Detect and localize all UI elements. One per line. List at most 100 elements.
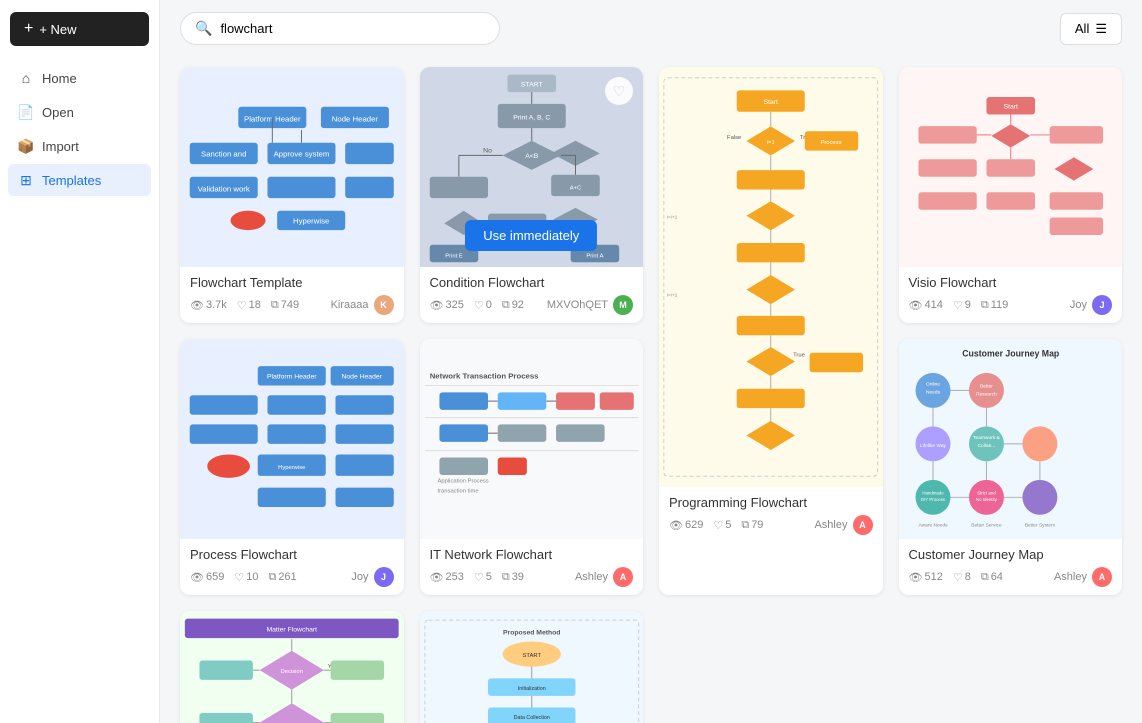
svg-text:Online: Online	[926, 382, 940, 388]
sidebar-templates-label: Templates	[42, 173, 101, 188]
card-title-flowchart-template: Flowchart Template	[190, 275, 394, 290]
svg-text:START: START	[522, 653, 541, 659]
card-title-programming: Programming Flowchart	[669, 495, 873, 510]
sidebar-home-label: Home	[42, 71, 77, 86]
filter-icon: ☰	[1095, 21, 1107, 37]
card-thumb-network: Network Transaction Process	[420, 339, 644, 539]
card-thumb-flowchart-template: Platform Header Node Header Sanction and…	[180, 67, 404, 267]
new-label: + New	[39, 22, 76, 37]
card-info-flowchart-template: Flowchart Template 👁 3.7k ♡ 18 ⧉ 749 Kir…	[180, 267, 404, 323]
templates-icon: ⊞	[18, 172, 34, 188]
search-icon: 🔍	[195, 20, 212, 37]
svg-text:Decision: Decision	[281, 669, 303, 675]
svg-text:Matter Flowchart: Matter Flowchart	[266, 626, 317, 633]
author-avatar: M	[613, 295, 633, 315]
svg-text:Customer Journey Map: Customer Journey Map	[962, 348, 1059, 358]
filter-label: All	[1075, 21, 1089, 36]
svg-text:Hyperwise: Hyperwise	[278, 465, 305, 471]
author-name: Ashley	[575, 571, 608, 583]
svg-text:i=1: i=1	[767, 140, 775, 146]
card-programming-flowchart[interactable]: Start i=1 True False Process	[659, 67, 883, 595]
import-icon: 📦	[18, 138, 34, 154]
svg-text:START: START	[520, 81, 542, 88]
card-info-network: IT Network Flowchart 👁 253 ♡ 5 ⧉ 39 Ashl…	[420, 539, 644, 595]
card-stats: 👁 3.7k ♡ 18 ⧉ 749	[190, 299, 299, 312]
svg-text:Network Transaction Process: Network Transaction Process	[429, 372, 538, 381]
svg-text:Node Header: Node Header	[332, 114, 379, 123]
card-title-process: Process Flowchart	[190, 547, 394, 562]
svg-text:Data Collection: Data Collection	[513, 715, 549, 721]
svg-text:Print A: Print A	[586, 253, 603, 259]
search-box[interactable]: 🔍	[180, 12, 500, 45]
card-meta-programming: 👁 629 ♡ 5 ⧉ 79 Ashley A	[669, 515, 873, 535]
card-thumb-programming: Start i=1 True False Process	[659, 67, 883, 487]
likes-stat-condition: ♡ 0	[474, 299, 492, 312]
author-avatar: J	[1092, 295, 1112, 315]
copies-stat-condition: ⧉ 92	[502, 299, 524, 312]
card-condition-flowchart[interactable]: START Print A, B, C A<B No Yes A+C	[420, 67, 644, 323]
author-name: Joy	[351, 571, 368, 583]
svg-text:Strict and: Strict and	[977, 490, 996, 495]
svg-text:Sanction and: Sanction and	[201, 149, 246, 158]
svg-text:A+C: A+C	[569, 185, 581, 191]
sidebar-item-import[interactable]: 📦 Import	[8, 130, 151, 162]
svg-text:Print E: Print E	[445, 253, 463, 259]
card-customer-journey[interactable]: Customer Journey Map Online Needs Better…	[899, 339, 1123, 595]
copies-stat: ⧉ 749	[271, 299, 299, 312]
filter-button[interactable]: All ☰	[1060, 13, 1122, 45]
svg-text:i=i+1: i=i+1	[667, 292, 678, 298]
svg-text:Initialization: Initialization	[517, 686, 545, 692]
card-process-flowchart[interactable]: Platform Header Node Header Hyperwise	[180, 339, 404, 595]
card-title-condition: Condition Flowchart	[430, 275, 634, 290]
svg-text:Handmade: Handmade	[922, 490, 944, 495]
card-info-visio: Visio Flowchart 👁 414 ♡ 9 ⧉ 119 Joy J	[899, 267, 1123, 323]
svg-text:Teamwork &: Teamwork &	[973, 435, 1000, 441]
svg-text:A<B: A<B	[525, 153, 539, 160]
card-visio-flowchart[interactable]: Start Visio Flo	[899, 67, 1123, 323]
sidebar-item-templates[interactable]: ⊞ Templates	[8, 164, 151, 196]
sidebar-open-label: Open	[42, 105, 74, 120]
author-avatar: A	[1092, 567, 1112, 587]
card-thumb-visio: Start	[899, 67, 1123, 267]
svg-text:No Identity: No Identity	[976, 497, 998, 502]
svg-text:Better: Better	[979, 383, 992, 389]
sidebar-item-open[interactable]: 📄 Open	[8, 96, 151, 128]
svg-text:Node Header: Node Header	[341, 374, 382, 381]
author-name: Joy	[1070, 299, 1087, 311]
author-avatar: A	[853, 515, 873, 535]
author-name: Kiraaaa	[331, 299, 369, 311]
card-info-programming: Programming Flowchart 👁 629 ♡ 5 ⧉ 79 Ash…	[659, 487, 883, 543]
card-meta-flowchart-template: 👁 3.7k ♡ 18 ⧉ 749 Kiraaaa K	[190, 295, 394, 315]
svg-text:Platform Header: Platform Header	[267, 374, 317, 381]
main-content: 🔍 All ☰ Platform Header Node Header Sanc…	[160, 0, 1142, 723]
card-it-network[interactable]: Network Transaction Process	[420, 339, 644, 595]
new-button[interactable]: + + New	[10, 12, 149, 46]
sidebar-item-home[interactable]: ⌂ Home	[8, 62, 151, 94]
svg-text:Start: Start	[764, 99, 778, 106]
svg-text:False: False	[727, 135, 741, 141]
svg-text:Print A, B, C: Print A, B, C	[513, 114, 550, 121]
plus-icon: +	[24, 20, 33, 38]
top-bar: 🔍 All ☰	[160, 0, 1142, 57]
sidebar: + + New ⌂ Home 📄 Open 📦 Import ⊞ Templat…	[0, 0, 160, 723]
use-immediately-button[interactable]: Use immediately	[465, 220, 597, 251]
svg-text:Aware Needs: Aware Needs	[918, 522, 948, 528]
open-icon: 📄	[18, 104, 34, 120]
search-input[interactable]	[220, 21, 485, 36]
heart-icon[interactable]: ♡	[605, 77, 633, 105]
card-flowchart-template[interactable]: Platform Header Node Header Sanction and…	[180, 67, 404, 323]
svg-text:Lifelike Way: Lifelike Way	[920, 443, 947, 449]
card-author: Kiraaaa K	[331, 295, 394, 315]
author-avatar: K	[374, 295, 394, 315]
svg-text:Application Process: Application Process	[437, 479, 488, 485]
card-thumb-condition: START Print A, B, C A<B No Yes A+C	[420, 67, 644, 267]
card-matter-flowchart[interactable]: Matter Flowchart Decision Yes No	[180, 611, 404, 723]
svg-text:Better System: Better System	[1024, 522, 1054, 528]
card-thumb-journey: Customer Journey Map Online Needs Better…	[899, 339, 1123, 539]
card-thumb-matter: Matter Flowchart Decision Yes No	[180, 611, 404, 723]
svg-text:Better Service: Better Service	[971, 522, 1002, 528]
svg-text:Validation work: Validation work	[198, 184, 250, 193]
card-info-journey: Customer Journey Map 👁 512 ♡ 8 ⧉ 64 Ashl…	[899, 539, 1123, 595]
svg-text:i=i+1: i=i+1	[667, 215, 678, 221]
card-proposed-method[interactable]: Proposed Method START Initialization Dat…	[420, 611, 644, 723]
